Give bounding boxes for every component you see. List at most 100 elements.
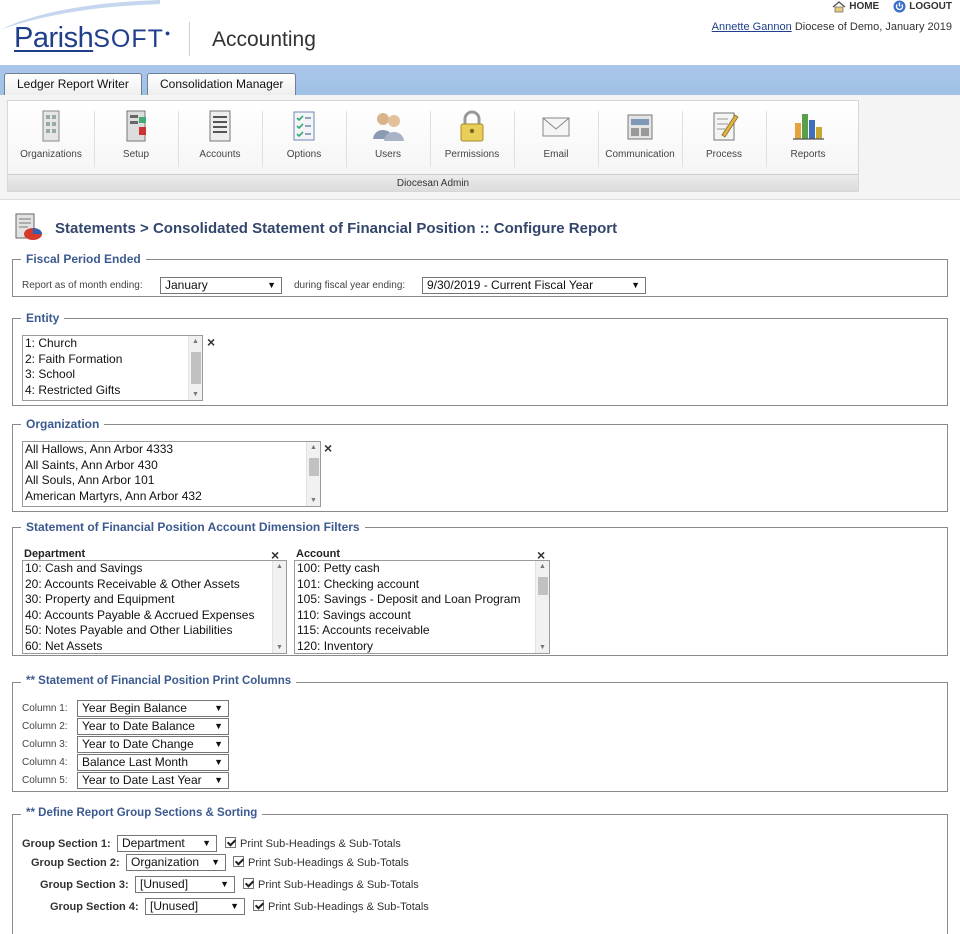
fiscal-year-label: during fiscal year ending:: [294, 280, 406, 291]
tab-ledger-report-writer[interactable]: Ledger Report Writer: [4, 73, 142, 95]
dropdown-arrow-icon: ▼: [214, 703, 223, 713]
app-title: Accounting: [212, 28, 316, 51]
user-line: Annette Gannon Diocese of Demo, January …: [712, 21, 952, 33]
dropdown-arrow-icon: ▼: [220, 879, 229, 889]
column-5-select[interactable]: Year to Date Last Year ▼: [77, 772, 229, 789]
bar-chart-icon: [793, 114, 824, 140]
month-ending-select[interactable]: January ▼: [160, 277, 282, 294]
list-item[interactable]: 40: Accounts Payable & Accrued Expenses: [23, 608, 286, 624]
column-3-select[interactable]: Year to Date Change ▼: [77, 736, 229, 753]
toolbar-email[interactable]: Email: [514, 109, 598, 171]
dropdown-arrow-icon: ▼: [267, 280, 276, 290]
tab-bar: Ledger Report Writer Consolidation Manag…: [0, 65, 960, 95]
list-item[interactable]: 60: Net Assets: [23, 639, 286, 654]
group-section-3-checkbox-label: Print Sub-Headings & Sub-Totals: [258, 879, 419, 891]
toolbar-communication[interactable]: Communication: [598, 109, 682, 171]
toolbar-users[interactable]: Users: [346, 109, 430, 171]
list-item[interactable]: 10: Cash and Savings: [23, 561, 286, 577]
list-item[interactable]: All Saints, Ann Arbor 430: [23, 458, 320, 474]
scroll-up-icon: ▲: [192, 338, 199, 345]
list-item[interactable]: All Hallows, Ann Arbor 4333: [23, 442, 320, 458]
dropdown-arrow-icon: ▼: [230, 901, 239, 911]
fiscal-period-legend: Fiscal Period Ended: [21, 252, 146, 266]
group-section-2-checkbox[interactable]: [233, 856, 244, 867]
page-title: Statements > Consolidated Statement of F…: [55, 220, 618, 237]
list-item[interactable]: 4: Restricted Gifts: [23, 383, 202, 399]
group-section-2-select[interactable]: Organization ▼: [126, 854, 226, 871]
column-2-select[interactable]: Year to Date Balance ▼: [77, 718, 229, 735]
clear-entity-icon[interactable]: ×: [207, 335, 215, 349]
entity-listbox[interactable]: 1: Church 2: Faith Formation 3: School 4…: [22, 335, 203, 401]
envelope-icon: [542, 117, 570, 137]
group-sections-legend: ** Define Report Group Sections & Sortin…: [21, 807, 263, 819]
header-divider: [189, 22, 190, 56]
column-4-label: Column 4:: [22, 757, 68, 768]
list-item[interactable]: 115: Accounts receivable: [295, 623, 549, 639]
tab-consolidation-manager[interactable]: Consolidation Manager: [147, 73, 297, 95]
power-icon: [893, 0, 906, 13]
dimension-filters-legend: Statement of Financial Position Account …: [21, 520, 365, 534]
list-item[interactable]: All Souls, Ann Arbor 101: [23, 473, 320, 489]
list-item[interactable]: 120: Inventory: [295, 639, 549, 654]
list-item[interactable]: 110: Savings account: [295, 608, 549, 624]
toolbar-options[interactable]: Options: [262, 109, 346, 171]
clear-organization-icon[interactable]: ×: [324, 441, 332, 455]
fiscal-year-select[interactable]: 9/30/2019 - Current Fiscal Year ▼: [422, 277, 646, 294]
group-section-4-checkbox-label: Print Sub-Headings & Sub-Totals: [268, 901, 429, 913]
list-item[interactable]: 2: Faith Formation: [23, 352, 202, 368]
toolbar-setup[interactable]: Setup: [94, 109, 178, 171]
column-3-label: Column 3:: [22, 739, 68, 750]
group-section-1-select[interactable]: Department ▼: [117, 835, 217, 852]
group-section-4-checkbox[interactable]: [253, 900, 264, 911]
scroll-down-icon: ▼: [192, 391, 199, 398]
user-name-link[interactable]: Annette Gannon: [712, 21, 792, 33]
list-item[interactable]: 30: Property and Equipment: [23, 592, 286, 608]
scroll-up-icon: ▲: [539, 563, 546, 570]
toolbar-accounts[interactable]: Accounts: [178, 109, 262, 171]
toolbar-organizations[interactable]: Organizations: [9, 109, 93, 171]
column-1-label: Column 1:: [22, 703, 68, 714]
department-scrollbar[interactable]: ▲ ▼: [272, 561, 286, 653]
home-link[interactable]: HOME: [832, 0, 879, 13]
scroll-up-icon: ▲: [276, 563, 283, 570]
toolbar-reports[interactable]: Reports: [766, 109, 850, 171]
list-item[interactable]: 1: Church: [23, 336, 202, 352]
list-item[interactable]: 105: Savings - Deposit and Loan Program: [295, 592, 549, 608]
column-2-label: Column 2:: [22, 721, 68, 732]
list-item[interactable]: American Martyrs, Ann Arbor 432: [23, 489, 320, 505]
toolbar-process[interactable]: Process: [682, 109, 766, 171]
dropdown-arrow-icon: ▼: [214, 775, 223, 785]
department-listbox[interactable]: 10: Cash and Savings 20: Accounts Receiv…: [22, 560, 287, 654]
group-section-3-checkbox[interactable]: [243, 878, 254, 889]
organizations-icon: [42, 110, 60, 142]
list-item[interactable]: 50: Notes Payable and Other Liabilities: [23, 623, 286, 639]
logout-link[interactable]: LOGOUT: [893, 0, 952, 13]
column-4-select[interactable]: Balance Last Month ▼: [77, 754, 229, 771]
module-toolbar: Organizations Setup Accounts Options Use…: [7, 100, 859, 192]
list-item[interactable]: 20: Accounts Receivable & Other Assets: [23, 577, 286, 593]
group-section-3-select[interactable]: [Unused] ▼: [135, 876, 235, 893]
column-5-label: Column 5:: [22, 775, 68, 786]
print-columns-legend: ** Statement of Financial Position Print…: [21, 675, 297, 687]
toolbar-permissions[interactable]: Permissions: [430, 109, 514, 171]
column-1-select[interactable]: Year Begin Balance ▼: [77, 700, 229, 717]
group-section-2-checkbox-label: Print Sub-Headings & Sub-Totals: [248, 857, 409, 869]
parishsoft-logo: ParishSOFT●: [14, 22, 170, 54]
group-section-4-select[interactable]: [Unused] ▼: [145, 898, 245, 915]
group-sections-section: ** Define Report Group Sections & Sortin…: [12, 807, 948, 934]
organization-scrollbar[interactable]: ▲ ▼: [306, 442, 320, 506]
account-listbox[interactable]: 100: Petty cash 101: Checking account 10…: [294, 560, 550, 654]
scroll-down-icon: ▼: [539, 644, 546, 651]
account-scrollbar[interactable]: ▲ ▼: [535, 561, 549, 653]
list-item[interactable]: 101: Checking account: [295, 577, 549, 593]
scroll-down-icon: ▼: [310, 497, 317, 504]
group-section-1-checkbox[interactable]: [225, 837, 236, 848]
department-label: Department: [24, 548, 86, 560]
toolbar-footer: Diocesan Admin: [8, 174, 858, 191]
entity-scrollbar[interactable]: ▲ ▼: [188, 336, 202, 400]
organization-listbox[interactable]: All Hallows, Ann Arbor 4333 All Saints, …: [22, 441, 321, 507]
list-item[interactable]: 100: Petty cash: [295, 561, 549, 577]
home-icon: [832, 0, 846, 12]
list-item[interactable]: 3: School: [23, 367, 202, 383]
month-ending-label: Report as of month ending:: [22, 280, 143, 291]
